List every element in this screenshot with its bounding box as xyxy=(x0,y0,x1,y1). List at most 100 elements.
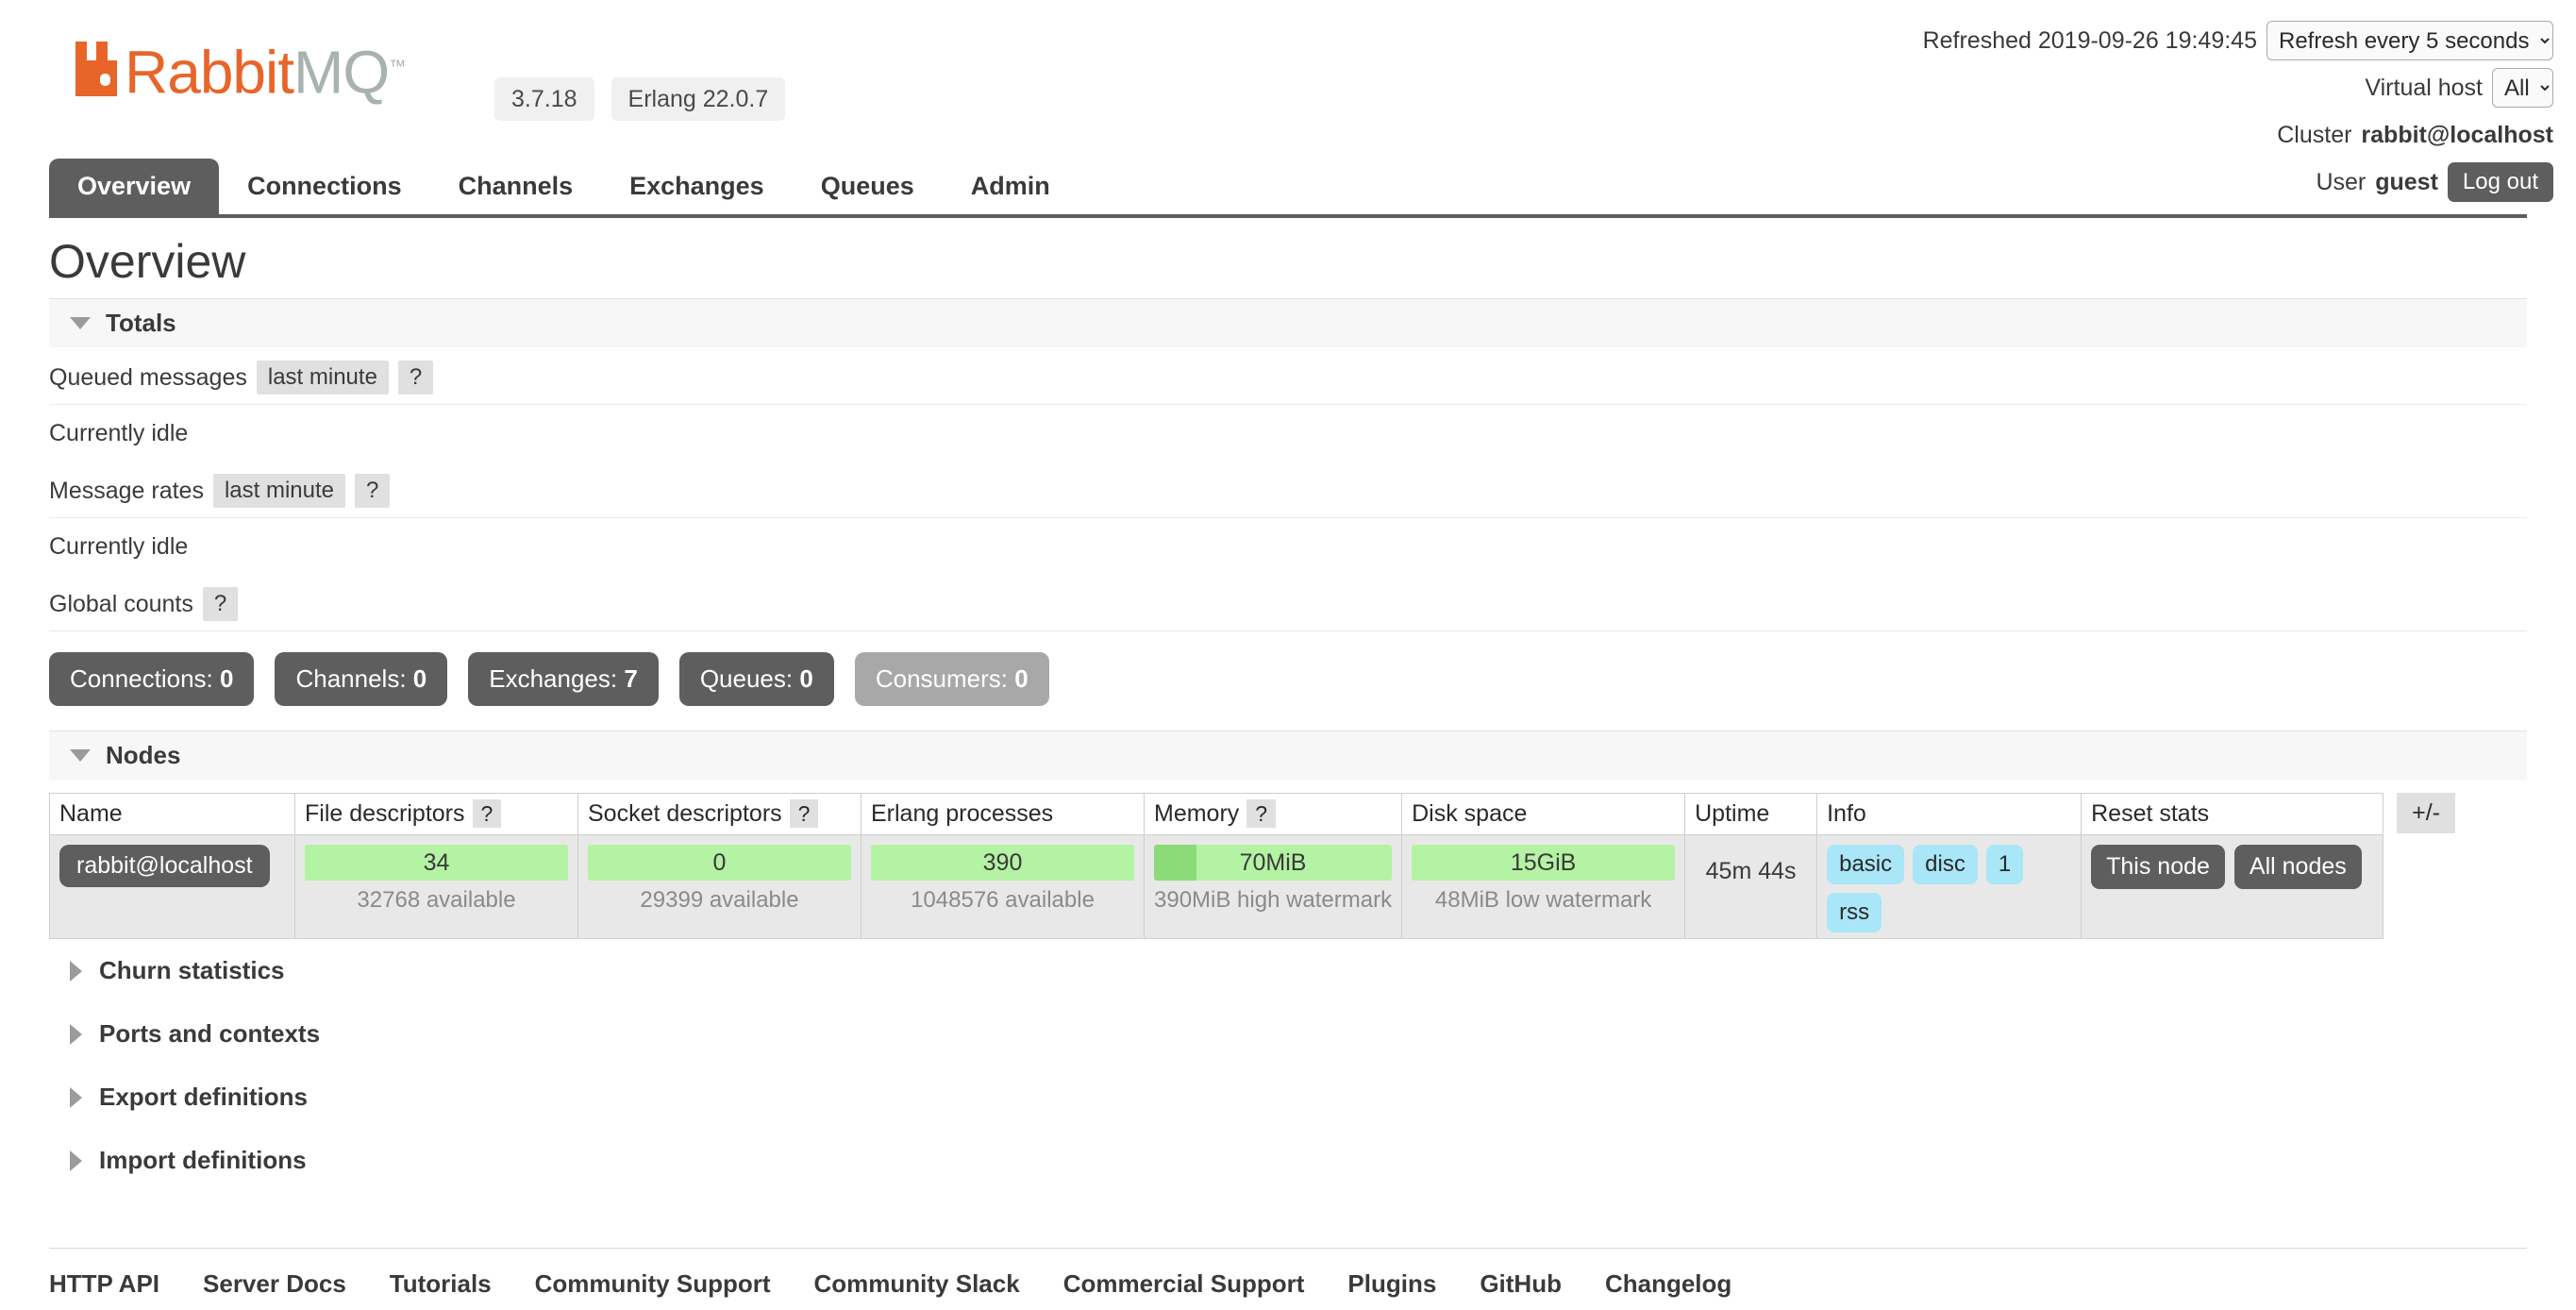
refreshed-timestamp: Refreshed 2019-09-26 19:49:45 xyxy=(1922,26,2257,54)
file-descriptors-help-icon[interactable]: ? xyxy=(472,799,502,828)
rabbitmq-logo[interactable]: RabbitMQ™ xyxy=(72,40,406,102)
footer-link-changelog[interactable]: Changelog xyxy=(1605,1269,1731,1299)
count-exchanges-label: Exchanges: xyxy=(489,664,618,693)
section-export-definitions[interactable]: Export definitions xyxy=(70,1066,2527,1129)
tab-exchanges[interactable]: Exchanges xyxy=(601,159,793,214)
cell-node-name: rabbit@localhost xyxy=(49,834,295,939)
col-info: Info xyxy=(1816,793,2083,835)
reset-stats-buttons: This node All nodes xyxy=(2091,845,2373,889)
memory-bar-fill xyxy=(1154,845,1197,881)
totals-section-header[interactable]: Totals xyxy=(49,298,2527,347)
message-rates-row: Message rates last minute ? xyxy=(49,461,2527,518)
column-toggle-button[interactable]: +/- xyxy=(2397,793,2455,833)
disk-space-watermark: 48MiB low watermark xyxy=(1434,887,1652,913)
nodes-table: Name File descriptors? Socket descriptor… xyxy=(49,793,2384,939)
info-badges: basic disc 1 rss xyxy=(1827,845,2071,932)
nodes-section-header[interactable]: Nodes xyxy=(49,731,2527,780)
chevron-right-icon xyxy=(70,960,82,982)
col-file-descriptors: File descriptors? xyxy=(294,793,578,835)
info-badge-basic[interactable]: basic xyxy=(1827,845,1905,884)
queued-messages-label: Queued messages xyxy=(49,363,247,391)
count-connections-button[interactable]: Connections: 0 xyxy=(49,652,255,706)
count-connections-value: 0 xyxy=(220,664,234,693)
socket-descriptors-available: 29399 available xyxy=(640,887,799,913)
vhost-select[interactable]: All xyxy=(2492,68,2553,108)
main-navigation: Overview Connections Channels Exchanges … xyxy=(49,159,2527,218)
tab-overview[interactable]: Overview xyxy=(49,159,220,214)
cell-info: basic disc 1 rss xyxy=(1816,834,2083,939)
global-counts-buttons: Connections: 0 Channels: 0 Exchanges: 7 … xyxy=(49,631,2527,731)
cell-uptime: 45m 44s xyxy=(1684,834,1818,939)
count-queues-button[interactable]: Queues: 0 xyxy=(678,652,834,706)
tab-connections[interactable]: Connections xyxy=(219,159,430,214)
count-channels-button[interactable]: Channels: 0 xyxy=(275,652,448,706)
socket-descriptors-help-icon[interactable]: ? xyxy=(789,799,819,828)
refresh-row: Refreshed 2019-09-26 19:49:45 Refresh ev… xyxy=(1923,21,2553,60)
col-socket-descriptors: Socket descriptors? xyxy=(577,793,861,835)
tab-queues[interactable]: Queues xyxy=(793,159,943,214)
erlang-processes-value: 390 xyxy=(982,848,1023,876)
count-consumers-button[interactable]: Consumers: 0 xyxy=(854,652,1049,706)
col-socket-descriptors-label: Socket descriptors xyxy=(588,800,782,827)
page-title: Overview xyxy=(49,235,246,288)
cell-memory: 70MiB 390MiB high watermark xyxy=(1143,834,1403,939)
queued-messages-period-chip[interactable]: last minute xyxy=(256,361,389,395)
section-export-definitions-label: Export definitions xyxy=(99,1083,308,1111)
node-name-badge[interactable]: rabbit@localhost xyxy=(59,845,270,887)
tab-channels[interactable]: Channels xyxy=(430,159,602,214)
info-badge-disc[interactable]: disc xyxy=(1913,845,1978,884)
memory-help-icon[interactable]: ? xyxy=(1246,799,1277,828)
chevron-down-icon xyxy=(70,749,91,762)
tab-admin[interactable]: Admin xyxy=(943,159,1079,214)
disk-space-bar: 15GiB xyxy=(1412,845,1676,881)
section-churn-statistics-label: Churn statistics xyxy=(99,956,285,984)
message-rates-help-icon[interactable]: ? xyxy=(355,474,391,508)
erlang-version-badge: Erlang 22.0.7 xyxy=(611,77,786,121)
col-memory-label: Memory xyxy=(1154,800,1240,827)
count-exchanges-value: 7 xyxy=(624,664,638,693)
rabbitmq-version-badge: 3.7.18 xyxy=(494,77,594,121)
count-channels-value: 0 xyxy=(412,664,427,693)
reset-all-nodes-button[interactable]: All nodes xyxy=(2233,845,2362,889)
footer-link-server-docs[interactable]: Server Docs xyxy=(203,1269,346,1299)
count-exchanges-button[interactable]: Exchanges: 7 xyxy=(468,652,659,706)
global-counts-row: Global counts ? xyxy=(49,574,2527,631)
footer-link-plugins[interactable]: Plugins xyxy=(1347,1269,1436,1299)
message-rates-period-chip[interactable]: last minute xyxy=(212,474,346,508)
section-churn-statistics[interactable]: Churn statistics xyxy=(70,939,2527,1002)
footer-link-github[interactable]: GitHub xyxy=(1480,1269,1562,1299)
col-uptime: Uptime xyxy=(1684,793,1818,835)
memory-bar: 70MiB xyxy=(1154,845,1393,881)
main-content: Overview Totals Queued messages last min… xyxy=(49,234,2527,1192)
reset-this-node-button[interactable]: This node xyxy=(2091,845,2225,889)
count-consumers-value: 0 xyxy=(1014,664,1029,693)
footer-link-community-support[interactable]: Community Support xyxy=(535,1269,771,1299)
cell-disk-space: 15GiB 48MiB low watermark xyxy=(1401,834,1686,939)
disk-space-value: 15GiB xyxy=(1510,848,1577,876)
chevron-right-icon xyxy=(70,1023,82,1045)
section-import-definitions[interactable]: Import definitions xyxy=(70,1129,2527,1192)
uptime-value: 45m 44s xyxy=(1705,858,1797,884)
global-counts-help-icon[interactable]: ? xyxy=(202,587,239,621)
app-root: RabbitMQ™ 3.7.18 Erlang 22.0.7 Refreshed… xyxy=(0,0,2576,1310)
logo-trademark: ™ xyxy=(389,57,406,76)
footer-link-community-slack[interactable]: Community Slack xyxy=(814,1269,1020,1299)
cluster-label: Cluster xyxy=(2277,121,2352,148)
queued-messages-help-icon[interactable]: ? xyxy=(397,361,434,395)
file-descriptors-available: 32768 available xyxy=(357,887,516,913)
footer-link-tutorials[interactable]: Tutorials xyxy=(390,1269,492,1299)
logo-wordmark: RabbitMQ™ xyxy=(125,40,406,102)
vhost-row: Virtual host All xyxy=(1923,68,2553,108)
section-ports-and-contexts[interactable]: Ports and contexts xyxy=(70,1002,2527,1066)
footer-link-commercial-support[interactable]: Commercial Support xyxy=(1063,1269,1305,1299)
info-badge-rss[interactable]: rss xyxy=(1827,893,1882,932)
section-import-definitions-label: Import definitions xyxy=(99,1146,307,1174)
chevron-right-icon xyxy=(70,1086,82,1108)
count-consumers-label: Consumers: xyxy=(875,664,1008,693)
footer-links: HTTP API Server Docs Tutorials Community… xyxy=(49,1248,2527,1299)
info-badge-count[interactable]: 1 xyxy=(1985,845,2024,884)
footer-link-http-api[interactable]: HTTP API xyxy=(49,1269,159,1299)
refresh-interval-select[interactable]: Refresh every 5 seconds xyxy=(2267,21,2553,60)
file-descriptors-value: 34 xyxy=(423,848,450,876)
table-row: rabbit@localhost 34 32768 available 0 29… xyxy=(49,834,2384,939)
